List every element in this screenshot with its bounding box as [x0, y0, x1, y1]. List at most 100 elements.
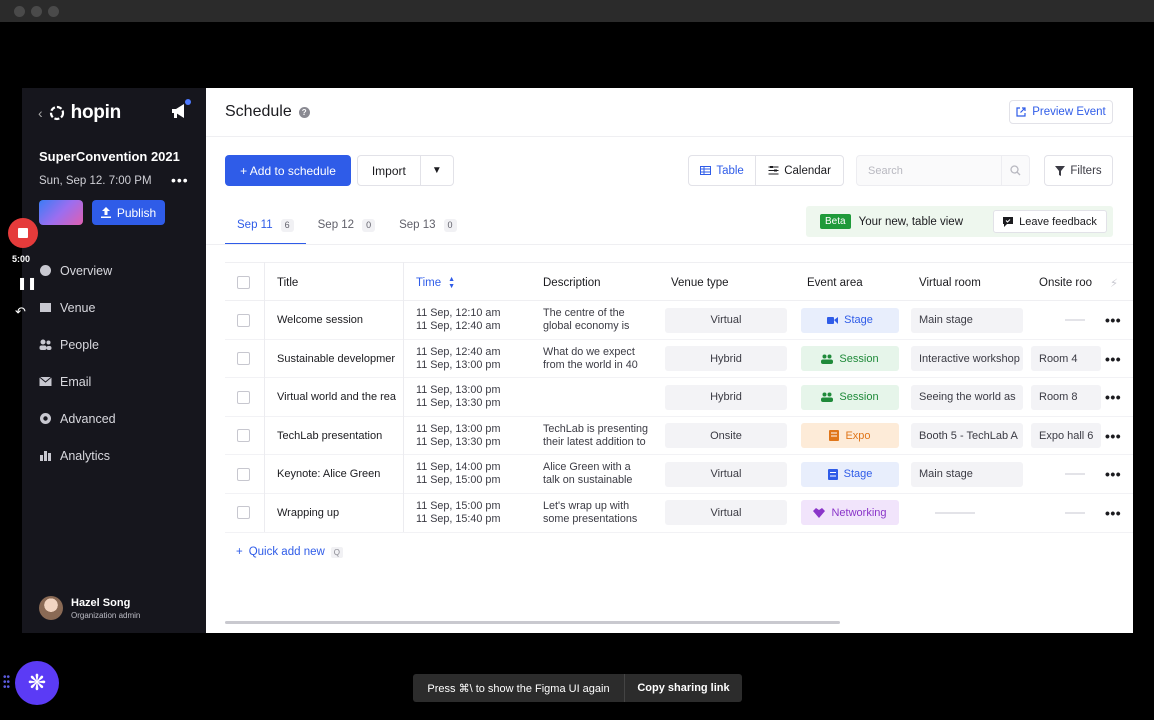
table-row[interactable]: Wrapping up 11 Sep, 15:00 pm 11 Sep, 15:40…: [225, 494, 1133, 533]
row-title[interactable]: Keynote: Alice Green: [277, 455, 401, 493]
row-event-area[interactable]: Session: [801, 340, 899, 378]
search-icon[interactable]: [1001, 156, 1029, 185]
row-checkbox[interactable]: [237, 301, 250, 339]
row-checkbox[interactable]: [237, 378, 250, 416]
row-virtual-room[interactable]: Main stage: [911, 455, 1023, 493]
row-virtual-room[interactable]: [911, 494, 1023, 532]
row-venue-type[interactable]: Hybrid: [665, 378, 787, 416]
table-row[interactable]: Virtual world and the rea 11 Sep, 13:00 p…: [225, 378, 1133, 417]
sidebar-item-advanced[interactable]: Advanced: [39, 400, 116, 437]
row-time[interactable]: 11 Sep, 13:00 pm 11 Sep, 13:30 pm: [416, 417, 536, 455]
row-venue-type[interactable]: Onsite: [665, 417, 787, 455]
row-onsite-room[interactable]: [1031, 455, 1101, 493]
row-time[interactable]: 11 Sep, 12:40 am 11 Sep, 13:00 pm: [416, 340, 536, 378]
row-time[interactable]: 11 Sep, 13:00 pm 11 Sep, 13:30 pm: [416, 378, 536, 416]
row-time[interactable]: 11 Sep, 12:10 am 11 Sep, 12:40 am: [416, 301, 536, 339]
row-virtual-room[interactable]: Booth 5 - TechLab A: [911, 417, 1023, 455]
user-profile[interactable]: Hazel Song Organization admin: [39, 596, 140, 620]
row-venue-type[interactable]: Virtual: [665, 301, 787, 339]
row-onsite-room[interactable]: [1031, 301, 1101, 339]
row-more-icon[interactable]: •••: [1105, 494, 1121, 532]
row-virtual-room[interactable]: Interactive workshop: [911, 340, 1023, 378]
select-all-checkbox[interactable]: [237, 263, 250, 302]
pause-icon[interactable]: ❚❚: [17, 276, 37, 290]
row-description[interactable]: What do we expect from the world in 40: [543, 340, 659, 378]
table-row[interactable]: Keynote: Alice Green 11 Sep, 14:00 pm 11 S…: [225, 455, 1133, 494]
horizontal-scrollbar[interactable]: [225, 621, 840, 624]
row-time[interactable]: 11 Sep, 14:00 pm 11 Sep, 15:00 pm: [416, 455, 536, 493]
row-title[interactable]: Virtual world and the rea: [277, 378, 401, 416]
leave-feedback-button[interactable]: Leave feedback: [993, 210, 1107, 233]
logo-row[interactable]: ‹ hopin: [38, 102, 121, 124]
drag-grip-icon[interactable]: •• •• ••: [3, 673, 10, 693]
row-checkbox[interactable]: [237, 494, 250, 532]
row-title[interactable]: TechLab presentation: [277, 417, 401, 455]
row-event-area[interactable]: Networking: [801, 494, 899, 532]
row-description[interactable]: Alice Green with a talk on sustainable: [543, 455, 659, 493]
lightning-icon[interactable]: ⚡: [1110, 263, 1118, 302]
help-icon[interactable]: ?: [298, 106, 310, 118]
import-button[interactable]: Import ▼: [357, 155, 454, 186]
row-event-area[interactable]: Expo: [801, 417, 899, 455]
window-zoom-dot[interactable]: [48, 6, 59, 17]
row-more-icon[interactable]: •••: [1105, 455, 1121, 493]
row-description[interactable]: [543, 378, 659, 416]
sort-down-icon[interactable]: ▲ ▼: [448, 276, 455, 290]
tab-sep-12[interactable]: Sep 12 0: [306, 212, 387, 245]
row-checkbox[interactable]: [237, 340, 250, 378]
row-description[interactable]: The centre of the global economy is: [543, 301, 659, 339]
row-more-icon[interactable]: •••: [1105, 340, 1121, 378]
add-to-schedule-button[interactable]: + Add to schedule: [225, 155, 351, 186]
filters-button[interactable]: Filters: [1044, 155, 1113, 186]
row-time[interactable]: 11 Sep, 15:00 pm 11 Sep, 15:40 pm: [416, 494, 536, 532]
row-title[interactable]: Wrapping up: [277, 494, 401, 532]
table-row[interactable]: Sustainable developmer 11 Sep, 12:40 am 11…: [225, 340, 1133, 379]
window-minimize-dot[interactable]: [31, 6, 42, 17]
row-more-icon[interactable]: •••: [1105, 378, 1121, 416]
row-description[interactable]: Let's wrap up with some presentations: [543, 494, 659, 532]
row-virtual-room[interactable]: Main stage: [911, 301, 1023, 339]
row-event-area[interactable]: Session: [801, 378, 899, 416]
column-header-onsite-room[interactable]: Onsite roo: [1039, 263, 1107, 302]
column-header-title[interactable]: Title: [277, 263, 298, 302]
search-input[interactable]: Search: [856, 155, 1030, 186]
tab-sep-13[interactable]: Sep 13 0: [387, 212, 468, 245]
sidebar-item-analytics[interactable]: Analytics: [39, 437, 116, 474]
row-event-area[interactable]: Stage: [801, 455, 899, 493]
window-close-dot[interactable]: [14, 6, 25, 17]
row-more-icon[interactable]: •••: [1105, 301, 1121, 339]
event-more-icon[interactable]: •••: [171, 172, 189, 188]
column-header-time[interactable]: Time ▲ ▼: [416, 263, 455, 302]
stop-recording-button[interactable]: [8, 218, 38, 248]
plugin-launcher-button[interactable]: ❋: [15, 661, 59, 705]
column-header-description[interactable]: Description: [543, 263, 601, 302]
row-virtual-room[interactable]: Seeing the world as: [911, 378, 1023, 416]
row-onsite-room[interactable]: Room 4: [1031, 340, 1101, 378]
row-venue-type[interactable]: Virtual: [665, 494, 787, 532]
tab-sep-11[interactable]: Sep 11 6: [225, 212, 306, 245]
preview-event-button[interactable]: Preview Event: [1009, 100, 1113, 124]
table-row[interactable]: Welcome session 11 Sep, 12:10 am 11 Sep, 1…: [225, 301, 1133, 340]
column-header-virtual-room[interactable]: Virtual room: [919, 263, 981, 302]
table-view-button[interactable]: Table: [689, 156, 757, 185]
undo-icon[interactable]: ↶: [15, 304, 26, 320]
back-chevron-icon[interactable]: ‹: [38, 105, 43, 121]
copy-sharing-link-button[interactable]: Copy sharing link: [625, 682, 742, 694]
row-checkbox[interactable]: [237, 417, 250, 455]
row-checkbox[interactable]: [237, 455, 250, 493]
row-venue-type[interactable]: Hybrid: [665, 340, 787, 378]
publish-button[interactable]: Publish: [92, 200, 165, 225]
row-event-area[interactable]: Stage: [801, 301, 899, 339]
sidebar-item-people[interactable]: People: [39, 326, 116, 363]
column-header-venue-type[interactable]: Venue type: [671, 263, 729, 302]
sidebar-item-venue[interactable]: Venue: [39, 289, 116, 326]
row-title[interactable]: Sustainable developmer: [277, 340, 401, 378]
row-more-icon[interactable]: •••: [1105, 417, 1121, 455]
import-label[interactable]: Import: [358, 156, 421, 185]
row-onsite-room[interactable]: Room 8: [1031, 378, 1101, 416]
sidebar-item-overview[interactable]: Overview: [39, 252, 116, 289]
table-row[interactable]: TechLab presentation 11 Sep, 13:00 pm 11 S…: [225, 417, 1133, 456]
calendar-view-button[interactable]: Calendar: [756, 156, 843, 185]
row-title[interactable]: Welcome session: [277, 301, 401, 339]
row-description[interactable]: TechLab is presenting their latest additi…: [543, 417, 659, 455]
